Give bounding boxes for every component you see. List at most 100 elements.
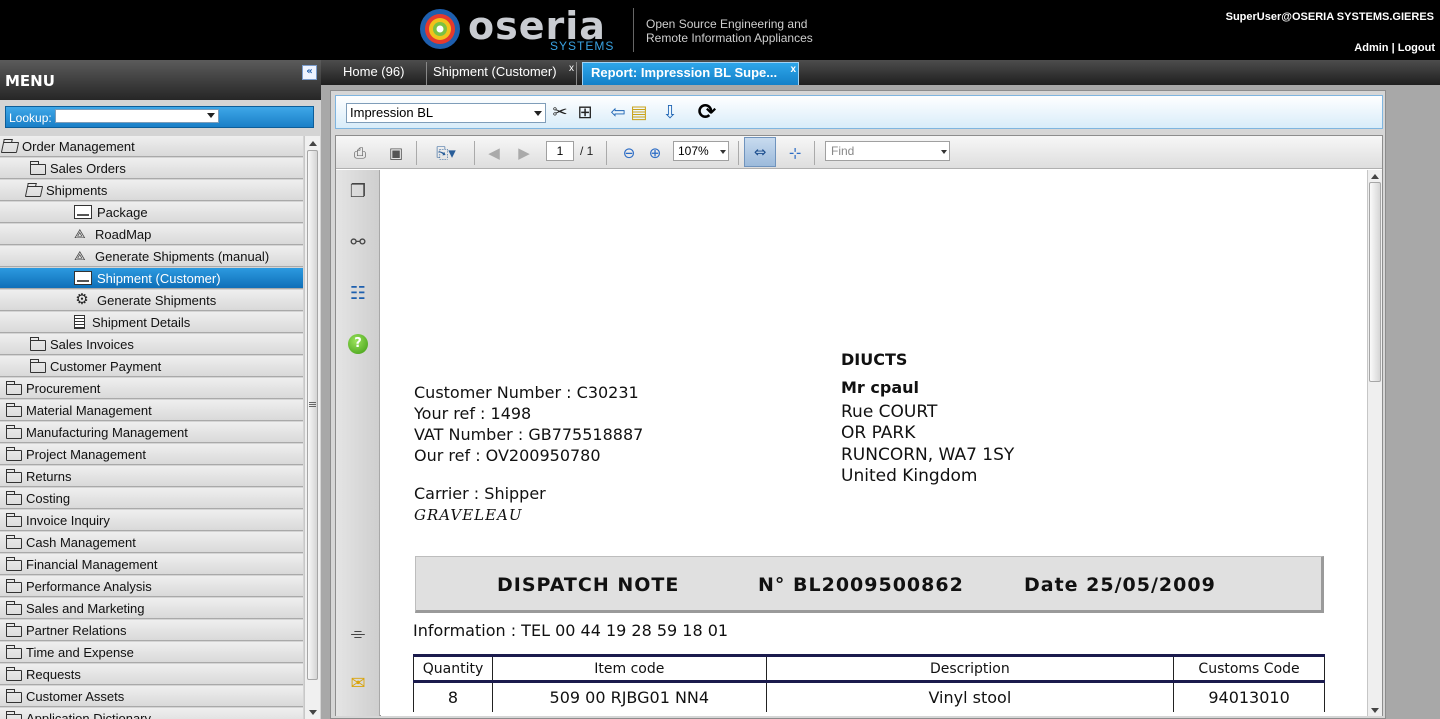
page-number-input[interactable]: 1 <box>546 141 574 161</box>
menu-item-label: Partner Relations <box>26 623 127 638</box>
next-page-icon[interactable]: ▶ <box>514 142 534 164</box>
vat-number: VAT Number : GB775518887 <box>414 425 644 444</box>
top-header: oseria SYSTEMS Open Source Engineering a… <box>0 0 1440 60</box>
menu-item-sales-invoices[interactable]: Sales Invoices <box>0 334 303 355</box>
tab-home[interactable]: Home (96) <box>335 62 427 85</box>
menu-item-label: Time and Expense <box>26 645 134 660</box>
collapse-menu-button[interactable]: « <box>302 65 317 80</box>
menu-scrollbar[interactable] <box>304 136 320 719</box>
menu-item-label: Cash Management <box>26 535 136 550</box>
scroll-up-icon[interactable] <box>1371 174 1379 179</box>
column-header: Customs Code <box>1173 654 1325 682</box>
fit-width-button[interactable]: ⇔ <box>744 137 776 167</box>
chevron-down-icon[interactable] <box>941 150 947 154</box>
menu-item-performance-analysis[interactable]: Performance Analysis <box>0 576 303 597</box>
document-scrollbar[interactable] <box>1367 170 1382 716</box>
carrier-name: GRAVELEAU <box>414 506 523 524</box>
folder-icon <box>6 711 22 719</box>
logout-link[interactable]: Logout <box>1398 42 1435 54</box>
save-icon[interactable]: ▣ <box>384 142 408 164</box>
find-input[interactable]: Find <box>825 141 950 161</box>
print-icon[interactable]: ⎙ <box>348 142 372 164</box>
menu-item-project-management[interactable]: Project Management <box>0 444 303 465</box>
report-select[interactable]: Impression BL <box>346 103 546 123</box>
menu-item-material-management[interactable]: Material Management <box>0 400 303 421</box>
download-icon[interactable]: ⇩ <box>658 102 682 124</box>
folder-icon <box>6 469 22 483</box>
tab-report[interactable]: Report: Impression BL Supe... x <box>582 62 799 85</box>
table-cell: 94013010 <box>1173 680 1325 712</box>
menu-item-shipment-customer[interactable]: Shipment (Customer) <box>0 268 303 289</box>
scroll-down-icon[interactable] <box>1371 708 1379 713</box>
scroll-up-icon[interactable] <box>309 141 317 146</box>
find-placeholder: Find <box>831 144 855 158</box>
pages-icon[interactable]: ❐ <box>346 180 370 204</box>
menu-item-returns[interactable]: Returns <box>0 466 303 487</box>
help-icon[interactable]: ? <box>348 334 368 354</box>
tab-shipment-customer[interactable]: Shipment (Customer) x <box>425 62 577 85</box>
menu-item-cash-management[interactable]: Cash Management <box>0 532 303 553</box>
table-header-row: Quantity Item code Description Customs C… <box>413 654 1325 682</box>
close-icon[interactable]: x <box>569 59 574 79</box>
refresh-icon[interactable]: ⟳ <box>692 102 722 124</box>
address-country: United Kingdom <box>841 466 978 486</box>
scroll-thumb[interactable] <box>1369 182 1381 382</box>
tree-outline-icon[interactable]: ☷ <box>346 282 370 306</box>
fit-page-icon[interactable]: ⊹ <box>784 142 806 164</box>
scroll-thumb[interactable] <box>307 150 318 680</box>
menu-item-requests[interactable]: Requests <box>0 664 303 685</box>
scroll-grip-icon <box>309 402 316 408</box>
menu-item-application-dictionary[interactable]: Application Dictionary <box>0 708 303 719</box>
menu-item-procurement[interactable]: Procurement <box>0 378 303 399</box>
binoculars-icon[interactable]: ⚯ <box>346 231 370 255</box>
menu-item-label: Order Management <box>22 139 135 154</box>
menu-item-time-and-expense[interactable]: Time and Expense <box>0 642 303 663</box>
workflow-icon: ⟁ <box>74 226 86 241</box>
menu-item-sales-and-marketing[interactable]: Sales and Marketing <box>0 598 303 619</box>
menu-item-sales-orders[interactable]: Sales Orders <box>0 158 303 179</box>
page-total: / 1 <box>580 144 594 158</box>
menu-item-label: Material Management <box>26 403 152 418</box>
chevron-down-icon[interactable] <box>534 111 542 116</box>
comments-icon[interactable]: ✉ <box>346 672 370 696</box>
chevron-down-icon[interactable] <box>720 150 726 154</box>
export-icon[interactable]: ⇦ <box>608 102 628 124</box>
menu-item-customer-assets[interactable]: Customer Assets <box>0 686 303 707</box>
chevron-down-icon[interactable] <box>207 113 215 118</box>
menu-item-financial-management[interactable]: Financial Management <box>0 554 303 575</box>
binoculars-icon[interactable]: ⊞ <box>572 102 598 124</box>
address-line-1: Rue COURT <box>841 402 938 422</box>
menu-item-package[interactable]: Package <box>0 202 303 223</box>
menu-item-roadmap[interactable]: ⟁ RoadMap <box>0 224 303 245</box>
menu-item-shipments[interactable]: Shipments <box>0 180 303 201</box>
folder-icon <box>6 579 22 593</box>
lookup-select[interactable] <box>55 109 219 123</box>
zoom-out-icon[interactable]: ⊖ <box>619 142 639 164</box>
menu-item-customer-payment[interactable]: Customer Payment <box>0 356 303 377</box>
archive-icon[interactable]: ▤ <box>628 102 650 124</box>
menu-item-shipment-details[interactable]: Shipment Details <box>0 312 303 333</box>
menu-item-manufacturing-management[interactable]: Manufacturing Management <box>0 422 303 443</box>
menu-item-costing[interactable]: Costing <box>0 488 303 509</box>
menu-item-label: Performance Analysis <box>26 579 152 594</box>
previous-page-icon[interactable]: ◀ <box>484 142 504 164</box>
header-divider <box>633 8 634 52</box>
menu-item-label: Application Dictionary <box>26 711 152 719</box>
zoom-select[interactable]: 107% <box>673 141 729 161</box>
paperclip-icon[interactable]: ⌯ <box>346 622 370 646</box>
admin-link[interactable]: Admin <box>1354 42 1388 54</box>
zoom-in-icon[interactable]: ⊕ <box>645 142 665 164</box>
menu-item-generate-shipments[interactable]: ⚙ Generate Shipments <box>0 290 303 311</box>
tagline: Open Source Engineering and Remote Infor… <box>646 17 813 45</box>
address-line-3: RUNCORN, WA7 1SY <box>841 445 1015 465</box>
tools-icon[interactable]: ✂ <box>548 102 572 124</box>
menu-item-order-management[interactable]: Order Management <box>0 136 303 157</box>
folder-icon <box>6 667 22 681</box>
menu-item-generate-shipments-manual[interactable]: ⟁ Generate Shipments (manual) <box>0 246 303 267</box>
scroll-down-icon[interactable] <box>309 710 317 715</box>
menu-item-invoice-inquiry[interactable]: Invoice Inquiry <box>0 510 303 531</box>
menu-sidebar: MENU « Lookup: Order Management Sales Ord… <box>0 60 321 719</box>
close-icon[interactable]: x <box>790 60 796 80</box>
export-format-icon[interactable]: ⎘▾ <box>428 142 464 164</box>
menu-item-partner-relations[interactable]: Partner Relations <box>0 620 303 641</box>
